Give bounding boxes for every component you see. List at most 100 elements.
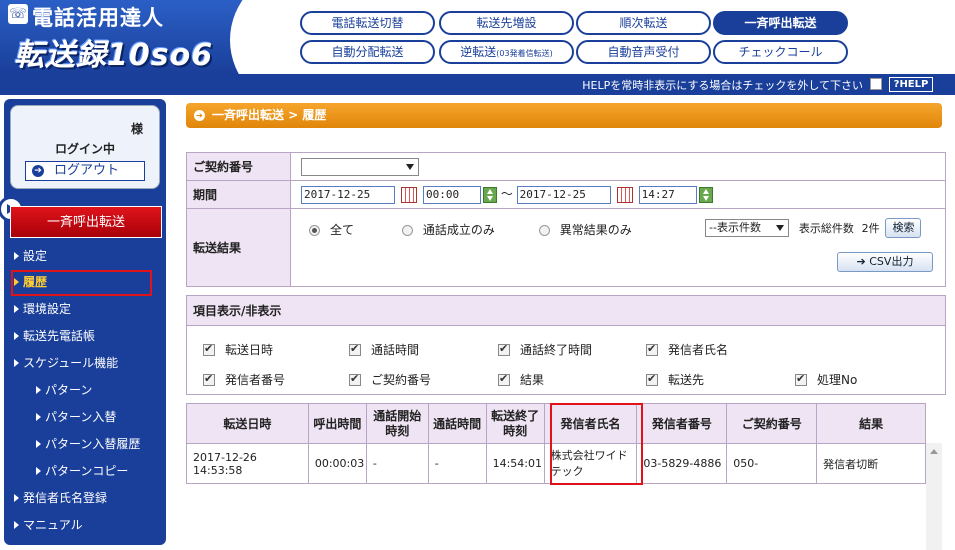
app-header: ☏ 電話活用達人 転送録10so6 電話転送切替 転送先増設 順次転送 一斉呼出… (0, 0, 955, 74)
sidebar-item-caller-name[interactable]: 発信者氏名登録 (14, 487, 107, 509)
checkbox-icon (203, 342, 215, 356)
checkbox-call-duration[interactable]: 通話時間 (349, 341, 419, 358)
nav-auto-distribution[interactable]: 自動分配転送 (300, 40, 435, 64)
time-to-spinner[interactable] (698, 186, 713, 203)
radio-success[interactable] (401, 225, 413, 236)
help-bar: HELPを常時非表示にする場合はチェックを外して下さい ?HELP (290, 74, 955, 95)
sidebar-item-label: 転送先電話帳 (23, 329, 96, 343)
checkbox-transfer-datetime[interactable]: 転送日時 (203, 341, 273, 358)
sidebar-item-label: 発信者氏名登録 (23, 491, 108, 505)
radio-all-label: 全て (330, 223, 355, 237)
sidebar-item-pattern[interactable]: パターン (36, 379, 92, 401)
checkbox-contract-number[interactable]: ご契約番号 (349, 371, 431, 388)
table-row[interactable]: 2017-12-26 14:53:58 00:00:03 - - 14:54:0… (186, 443, 926, 484)
sidebar-item-settings[interactable]: 設定 (14, 245, 47, 267)
col-transfer-datetime: 転送日時 (186, 403, 309, 444)
checkbox-destination[interactable]: 転送先 (646, 371, 704, 388)
search-button[interactable]: 検索 (885, 218, 922, 238)
phone-icon: ☏ (8, 4, 28, 24)
col-call-start: 通話開始 時刻 (365, 403, 429, 444)
scrollbar[interactable] (926, 443, 942, 550)
column-visibility-title: 項目表示/非表示 (187, 296, 945, 326)
sidebar-item-manual[interactable]: マニュアル (14, 514, 83, 536)
col-result: 結果 (816, 403, 926, 444)
time-from-input[interactable]: 00:00 (423, 185, 481, 204)
sidebar-item-pattern-swap[interactable]: パターン入替 (36, 406, 116, 428)
calendar-icon[interactable] (616, 186, 633, 203)
nav-call-forward-switch[interactable]: 電話転送切替 (300, 11, 435, 35)
csv-button-label: CSV出力 (869, 255, 914, 268)
total-value: 2件 (861, 221, 880, 235)
checkbox-label: 処理No (817, 373, 858, 387)
nav-simultaneous-call[interactable]: 一斉呼出転送 (713, 11, 848, 35)
checkbox-result[interactable]: 結果 (498, 371, 544, 388)
total-label: 表示総件数 (798, 221, 854, 235)
help-text: HELPを常時非表示にする場合はチェックを外して下さい (582, 79, 863, 92)
col-caller-number: 発信者番号 (636, 403, 728, 444)
triangle-right-icon (14, 359, 19, 367)
triangle-right-icon (36, 413, 41, 421)
checkbox-icon (795, 372, 807, 386)
radio-all[interactable] (309, 225, 320, 236)
checkbox-caller-name[interactable]: 発信者氏名 (646, 341, 728, 358)
app-title-main: 転送録10so6 (14, 38, 214, 73)
checkbox-icon (498, 342, 510, 356)
radio-error-label: 異常結果のみ (559, 223, 632, 237)
count-controls: --表示件数 表示総件数 2件 検索 (705, 218, 922, 238)
date-from-input[interactable]: 2017-12-25 (301, 185, 395, 204)
checkbox-process-no[interactable]: 処理No (795, 371, 857, 388)
breadcrumb: ➔ 一斉呼出転送 > 履歴 (186, 103, 942, 128)
csv-container: ➔ CSV出力 (837, 252, 933, 272)
help-button[interactable]: ?HELP (889, 77, 933, 92)
checkbox-icon (646, 372, 658, 386)
checkbox-caller-number[interactable]: 発信者番号 (203, 371, 285, 388)
nav-sequential-forward[interactable]: 順次転送 (576, 11, 711, 35)
result-radios: 全て 通話成立のみ 異常結果のみ (309, 221, 632, 238)
triangle-right-icon (14, 494, 19, 502)
breadcrumb-text: 一斉呼出転送 > 履歴 (212, 108, 327, 122)
csv-export-button[interactable]: ➔ CSV出力 (837, 252, 933, 272)
calendar-icon[interactable] (401, 186, 417, 203)
checkbox-label: 通話時間 (371, 343, 420, 357)
cell-result: 発信者切断 (816, 443, 926, 484)
sidebar-item-label: スケジュール機能 (23, 356, 119, 370)
time-to-input[interactable]: 14:27 (638, 185, 697, 204)
result-label: 転送結果 (186, 208, 291, 287)
radio-error[interactable] (538, 225, 550, 236)
checkbox-label: 結果 (520, 373, 545, 387)
nav-reverse-forward[interactable]: 逆転送(03発着信転送) (439, 40, 574, 64)
nav-add-destination[interactable]: 転送先増設 (439, 11, 574, 35)
scroll-up-icon[interactable] (930, 449, 938, 454)
date-to-input[interactable]: 2017-12-25 (516, 185, 611, 204)
col-caller-name: 発信者氏名 (543, 403, 638, 444)
contract-select[interactable] (301, 157, 419, 176)
sidebar-item-phonebook[interactable]: 転送先電話帳 (14, 325, 95, 347)
cell-caller-name: 株式会社ワイドテック (543, 443, 638, 484)
sidebar-item-pattern-copy[interactable]: パターンコピー (36, 460, 128, 482)
period-separator: 〜 (500, 187, 513, 202)
login-box: 様 ログイン中 ➔ ログアウト (10, 105, 160, 189)
logout-label: ログアウト (54, 163, 120, 178)
help-checkbox[interactable] (870, 78, 882, 90)
nav-auto-voice[interactable]: 自動音声受付 (576, 40, 711, 64)
cell-call-duration: - (427, 443, 487, 484)
time-from-spinner[interactable] (483, 186, 497, 203)
sidebar-item-label: 設定 (23, 249, 48, 263)
count-select[interactable]: --表示件数 (705, 219, 789, 237)
period-label: 期間 (186, 180, 291, 209)
sidebar-item-environment[interactable]: 環境設定 (14, 298, 71, 320)
app-title-top: 電話活用達人 (32, 6, 164, 30)
result-cell: 全て 通話成立のみ 異常結果のみ --表示件数 表示総件数 2件 検索 ➔ CS… (290, 208, 946, 287)
logout-button[interactable]: ➔ ログアウト (25, 161, 145, 181)
nav-check-call[interactable]: チェックコール (713, 40, 848, 64)
checkbox-call-end-time[interactable]: 通話終了時間 (498, 341, 592, 358)
nav-reverse-forward-label: 逆転送 (460, 45, 497, 59)
col-ring-time: 呼出時間 (307, 403, 367, 444)
checkbox-icon (349, 372, 361, 386)
sidebar-item-schedule[interactable]: スケジュール機能 (14, 352, 118, 374)
sidebar-item-label: パターン入替履歴 (45, 437, 141, 451)
sidebar-item-pattern-swap-history[interactable]: パターン入替履歴 (36, 433, 140, 455)
table-header-row: 転送日時 呼出時間 通話開始 時刻 通話時間 転送終了 時刻 発信者氏名 発信者… (186, 403, 926, 444)
sidebar-section-title[interactable]: 一斉呼出転送 (10, 206, 162, 238)
count-select-value: --表示件数 (709, 221, 761, 234)
